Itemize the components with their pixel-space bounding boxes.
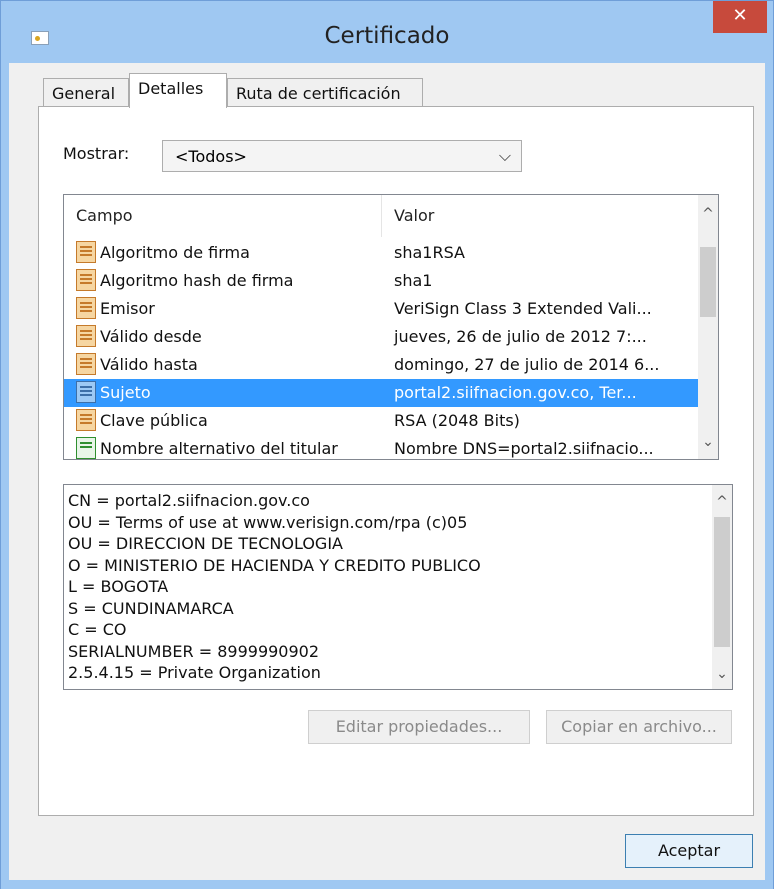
- tab-ruta-certificacion[interactable]: Ruta de certificación: [227, 78, 423, 108]
- chevron-down-icon: ⌵: [498, 146, 511, 165]
- field-value: RSA (2048 Bits): [394, 411, 520, 430]
- scroll-up-icon[interactable]: ^: [712, 491, 732, 513]
- certificate-field-icon: [76, 241, 96, 263]
- extension-field-icon: [76, 437, 96, 459]
- certificate-field-icon: [76, 381, 96, 403]
- detail-line: O = MINISTERIO DE HACIENDA Y CREDITO PUB…: [68, 555, 481, 575]
- detail-line: OU = Terms of use at www.verisign.com/rp…: [68, 512, 468, 532]
- title-bar[interactable]: Certificado ✕: [1, 1, 773, 63]
- detail-scroll-thumb[interactable]: [714, 517, 730, 647]
- list-item[interactable]: Clave pública RSA (2048 Bits): [64, 407, 700, 435]
- tab-detalles[interactable]: Detalles: [129, 73, 227, 108]
- certificate-field-icon: [76, 353, 96, 375]
- show-label: Mostrar:: [63, 144, 130, 163]
- list-item[interactable]: Algoritmo hash de firma sha1: [64, 267, 700, 295]
- tab-general[interactable]: General: [43, 78, 129, 108]
- ok-button[interactable]: Aceptar: [625, 834, 753, 868]
- field-name: Emisor: [100, 299, 155, 318]
- show-dropdown[interactable]: <Todos> ⌵: [162, 140, 522, 172]
- certificate-dialog: Certificado ✕ General Detalles Ruta de c…: [0, 0, 774, 889]
- detail-line: CN = portal2.siifnacion.gov.co: [68, 491, 310, 510]
- detail-line: 2.5.4.15 = Private Organization: [68, 663, 321, 682]
- detail-line: OU = DIRECCION DE TECNOLOGIA: [68, 534, 343, 553]
- edit-properties-button[interactable]: Editar propiedades...: [308, 710, 530, 744]
- certificate-field-icon: [76, 325, 96, 347]
- detail-line: L = BOGOTA: [68, 577, 169, 596]
- list-item[interactable]: Emisor VeriSign Class 3 Extended Vali...: [64, 295, 700, 323]
- field-name: Válido hasta: [100, 355, 198, 374]
- field-value: portal2.siifnacion.gov.co, Ter...: [394, 383, 637, 402]
- list-item[interactable]: Válido desde jueves, 26 de julio de 2012 …: [64, 323, 700, 351]
- field-name: Clave pública: [100, 411, 208, 430]
- close-button[interactable]: ✕: [713, 1, 767, 33]
- certificate-field-icon: [76, 297, 96, 319]
- field-value: sha1RSA: [394, 243, 465, 262]
- certificate-field-icon: [76, 269, 96, 291]
- field-value: domingo, 27 de julio de 2014 6...: [394, 355, 660, 374]
- field-name: Sujeto: [100, 383, 151, 402]
- detail-line: S = CUNDINAMARCA: [68, 598, 234, 618]
- field-value: Nombre DNS=portal2.siifnacio...: [394, 439, 654, 458]
- field-name: Algoritmo de firma: [100, 243, 250, 262]
- window-frame-bottom: [1, 880, 773, 889]
- field-value: sha1: [394, 271, 433, 290]
- window-title: Certificado: [324, 23, 450, 49]
- detail-scrollbar[interactable]: ^ ⌄: [712, 485, 732, 689]
- window-frame-left: [1, 63, 9, 889]
- scroll-down-icon[interactable]: ⌄: [698, 431, 718, 453]
- field-name: Válido desde: [100, 327, 202, 346]
- list-item[interactable]: Algoritmo de firma sha1RSA: [64, 239, 700, 267]
- list-item[interactable]: Nombre alternativo del titular Nombre DNS…: [64, 435, 700, 459]
- scroll-up-icon[interactable]: ^: [698, 203, 718, 225]
- list-item[interactable]: Sujeto portal2.siifnacion.gov.co, Ter...: [64, 379, 700, 407]
- column-header-valor[interactable]: Valor: [382, 195, 700, 237]
- field-value: jueves, 26 de julio de 2012 7:...: [394, 327, 647, 346]
- show-dropdown-value: <Todos>: [175, 147, 247, 166]
- field-name: Nombre alternativo del titular: [100, 439, 338, 458]
- certificate-fields-list[interactable]: Campo Valor Algoritmo de firma sha1RSA Alg…: [63, 194, 719, 460]
- list-scrollbar[interactable]: ^ ⌄: [698, 195, 718, 459]
- field-value: VeriSign Class 3 Extended Vali...: [394, 299, 652, 318]
- list-item[interactable]: Válido hasta domingo, 27 de julio de 2014…: [64, 351, 700, 379]
- certificate-field-icon: [76, 409, 96, 431]
- list-scroll-thumb[interactable]: [700, 247, 716, 317]
- detail-line: C = CO: [68, 620, 127, 639]
- field-name: Algoritmo hash de firma: [100, 271, 294, 290]
- detail-line: SERIALNUMBER = 8999990902: [68, 641, 320, 661]
- window-frame-right: [765, 63, 773, 889]
- field-detail-text[interactable]: CN = portal2.siifnacion.gov.co OU = Terms…: [63, 484, 733, 690]
- copy-to-file-button[interactable]: Copiar en archivo...: [546, 710, 732, 744]
- column-header-campo[interactable]: Campo: [64, 195, 382, 237]
- scroll-down-icon[interactable]: ⌄: [712, 663, 732, 685]
